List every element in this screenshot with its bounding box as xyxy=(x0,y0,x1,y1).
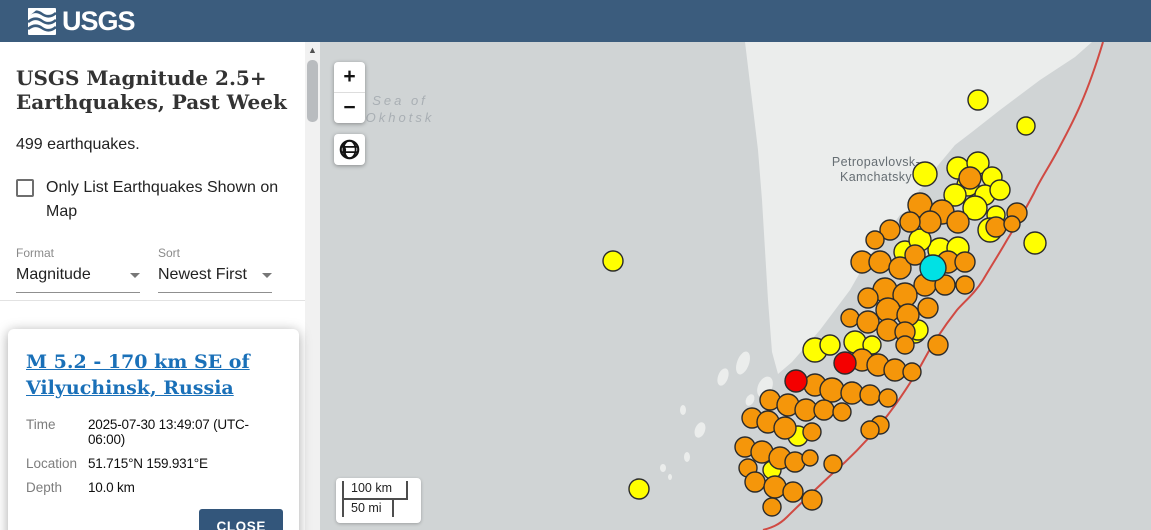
app-header: USGS xyxy=(0,0,1151,42)
zoom-out-button[interactable]: − xyxy=(334,93,365,123)
earthquake-marker[interactable] xyxy=(1017,117,1035,135)
earthquake-marker[interactable] xyxy=(841,309,859,327)
panel-title: USGS Magnitude 2.5+ Earthquakes, Past We… xyxy=(0,42,320,114)
earthquake-marker[interactable] xyxy=(629,479,649,499)
sidebar-scrollbar[interactable]: ▲ xyxy=(305,42,320,530)
sort-select[interactable]: Sort Newest First xyxy=(158,246,272,293)
earthquake-marker[interactable] xyxy=(956,276,974,294)
earthquake-marker[interactable] xyxy=(603,251,623,271)
detail-value: 51.715°N 159.931°E xyxy=(88,456,208,471)
sort-select-label: Sort xyxy=(158,246,272,260)
globe-layers-button[interactable] xyxy=(334,134,365,165)
event-title-link[interactable]: M 5.2 - 170 km SE of Vilyuchinsk, Russia xyxy=(26,349,251,401)
detail-row-location: Location 51.715°N 159.931°E xyxy=(26,456,283,471)
earthquake-marker[interactable] xyxy=(824,455,842,473)
earthquake-marker[interactable] xyxy=(820,335,840,355)
earthquake-marker[interactable] xyxy=(857,311,879,333)
sea-of-okhotsk-label: Sea of Okhotsk xyxy=(350,92,450,126)
earthquake-marker[interactable] xyxy=(947,211,969,233)
chevron-down-icon xyxy=(130,273,140,278)
earthquake-marker[interactable] xyxy=(1024,232,1046,254)
zoom-in-button[interactable]: + xyxy=(334,62,365,92)
earthquake-marker[interactable] xyxy=(986,217,1006,237)
detail-label: Depth xyxy=(26,480,88,495)
earthquake-marker[interactable] xyxy=(959,167,981,189)
earthquake-marker[interactable] xyxy=(896,336,914,354)
list-divider xyxy=(0,300,305,301)
earthquake-marker[interactable] xyxy=(820,378,844,402)
only-list-shown-checkbox-row[interactable]: Only List Earthquakes Shown on Map xyxy=(0,154,320,224)
earthquake-marker[interactable] xyxy=(928,335,948,355)
checkbox[interactable] xyxy=(16,179,34,197)
earthquake-marker[interactable] xyxy=(860,385,880,405)
earthquake-marker[interactable] xyxy=(774,417,796,439)
earthquake-detail-popup: M 5.2 - 170 km SE of Vilyuchinsk, Russia… xyxy=(8,329,299,530)
detail-row-time: Time 2025-07-30 13:49:07 (UTC-06:00) xyxy=(26,417,283,447)
globe-icon xyxy=(339,139,360,160)
selected-earthquake-marker[interactable] xyxy=(920,255,946,281)
earthquake-marker[interactable] xyxy=(968,90,988,110)
detail-row-depth: Depth 10.0 km xyxy=(26,480,283,495)
earthquake-marker[interactable] xyxy=(903,363,921,381)
earthquake-marker[interactable] xyxy=(833,403,851,421)
close-button[interactable]: CLOSE xyxy=(199,509,283,530)
detail-label: Time xyxy=(26,417,88,447)
detail-value: 10.0 km xyxy=(88,480,135,495)
format-select[interactable]: Format Magnitude xyxy=(16,246,140,293)
sort-select-value: Newest First xyxy=(158,266,247,284)
earthquake-marker[interactable] xyxy=(763,498,781,516)
earthquake-marker[interactable] xyxy=(869,251,891,273)
earthquake-marker[interactable] xyxy=(900,212,920,232)
scrollbar-up-arrow[interactable]: ▲ xyxy=(305,42,320,58)
earthquake-marker[interactable] xyxy=(955,252,975,272)
earthquake-marker[interactable] xyxy=(745,472,765,492)
format-select-label: Format xyxy=(16,246,140,260)
petropavlovsk-label: Petropavlovsk- Kamchatsky xyxy=(810,155,942,185)
map-scale-control: 100 km 50 mi xyxy=(336,478,421,523)
earthquake-marker[interactable] xyxy=(834,352,856,374)
detail-label: Location xyxy=(26,456,88,471)
scale-mi: 50 mi xyxy=(342,500,394,517)
earthquake-marker[interactable] xyxy=(803,423,821,441)
zoom-control: + − xyxy=(334,62,365,123)
earthquake-marker[interactable] xyxy=(918,298,938,318)
earthquake-marker[interactable] xyxy=(802,490,822,510)
usgs-wave-icon xyxy=(28,8,56,35)
format-select-value: Magnitude xyxy=(16,266,91,284)
earthquake-marker[interactable] xyxy=(783,482,803,502)
scale-km: 100 km xyxy=(342,481,408,500)
earthquake-marker[interactable] xyxy=(785,370,807,392)
scrollbar-thumb[interactable] xyxy=(307,60,318,122)
earthquake-marker[interactable] xyxy=(919,211,941,233)
usgs-logo[interactable]: USGS xyxy=(28,6,135,37)
chevron-down-icon xyxy=(262,273,272,278)
detail-value: 2025-07-30 13:49:07 (UTC-06:00) xyxy=(88,417,283,447)
checkbox-label: Only List Earthquakes Shown on Map xyxy=(46,176,292,224)
earthquake-marker[interactable] xyxy=(861,421,879,439)
earthquake-marker[interactable] xyxy=(1004,216,1020,232)
usgs-logo-text: USGS xyxy=(62,6,135,37)
earthquake-marker[interactable] xyxy=(866,231,884,249)
earthquake-marker[interactable] xyxy=(814,400,834,420)
earthquake-marker[interactable] xyxy=(879,389,897,407)
earthquake-count: 499 earthquakes. xyxy=(0,114,320,154)
earthquake-marker[interactable] xyxy=(802,450,818,466)
earthquake-marker[interactable] xyxy=(990,180,1010,200)
earthquake-marker[interactable] xyxy=(858,288,878,308)
map-panel[interactable]: Sea of Okhotsk Petropavlovsk- Kamchatsky… xyxy=(320,42,1151,530)
